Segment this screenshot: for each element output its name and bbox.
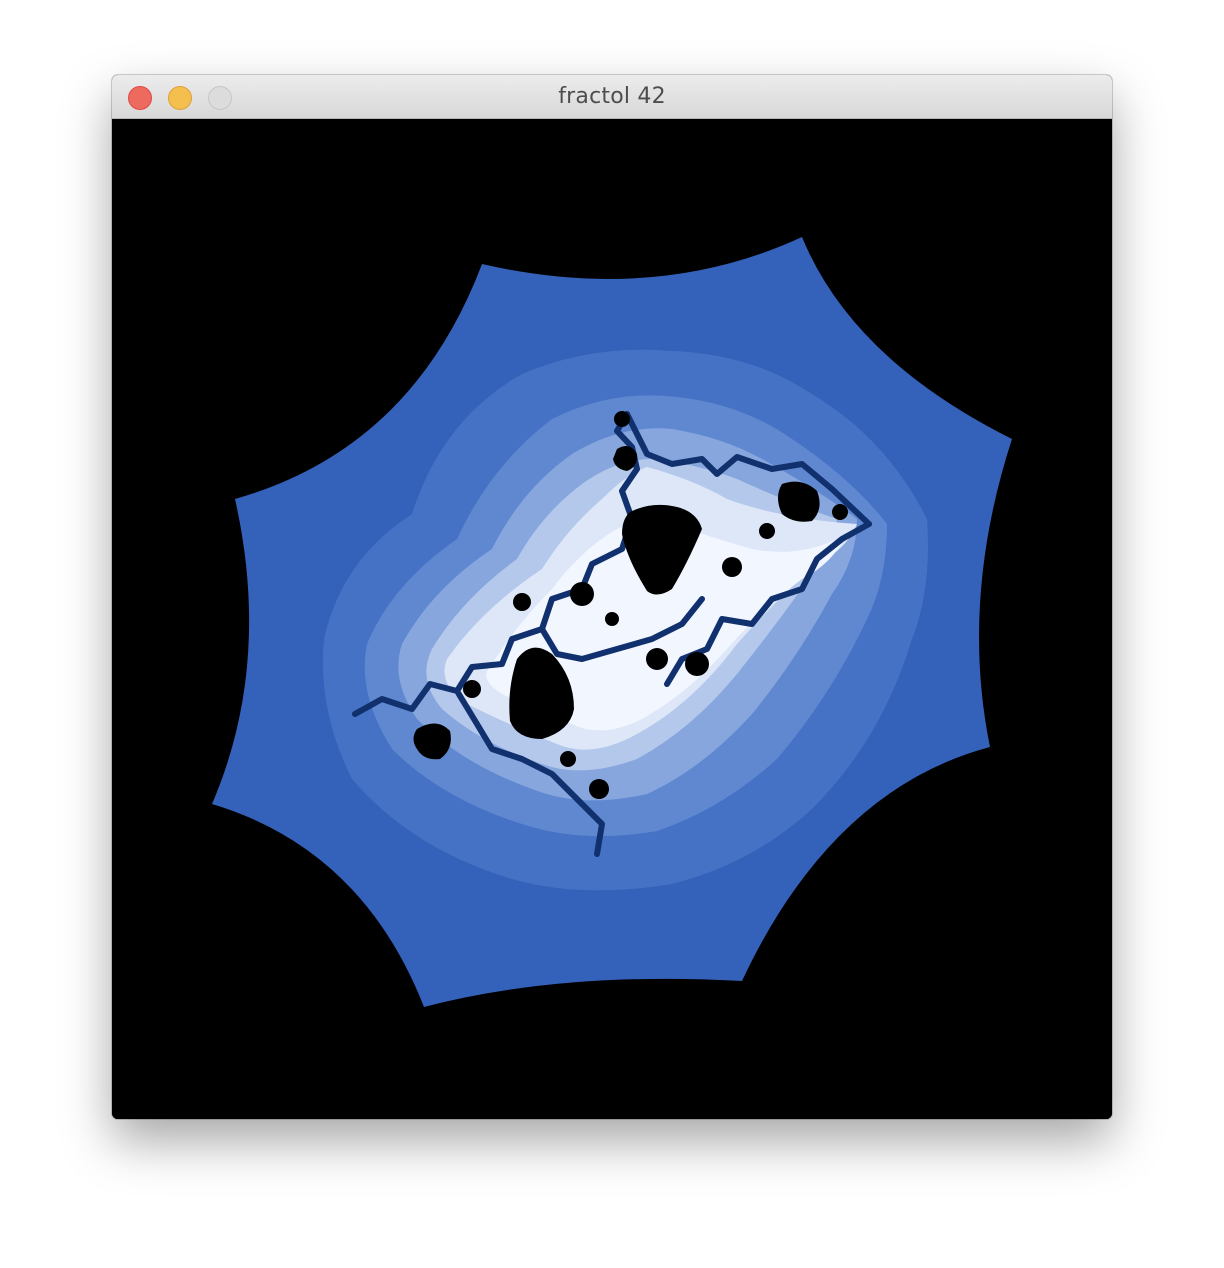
set-dot [685, 652, 709, 676]
set-dot [463, 680, 481, 698]
window-title: fractol 42 [558, 84, 666, 109]
set-dot [605, 612, 619, 626]
set-dot [722, 557, 742, 577]
set-dot [832, 504, 848, 520]
set-dot [646, 648, 668, 670]
set-dot [560, 751, 576, 767]
set-dot [570, 582, 594, 606]
title-bar[interactable]: fractol 42 [112, 75, 1112, 119]
set-dot [513, 593, 531, 611]
fractal-canvas[interactable] [112, 119, 1112, 1119]
julia-set-render [112, 119, 1112, 1119]
set-dot [589, 779, 609, 799]
set-dot [759, 523, 775, 539]
set-dot [614, 411, 630, 427]
fractol-window: fractol 42 [112, 75, 1112, 1119]
